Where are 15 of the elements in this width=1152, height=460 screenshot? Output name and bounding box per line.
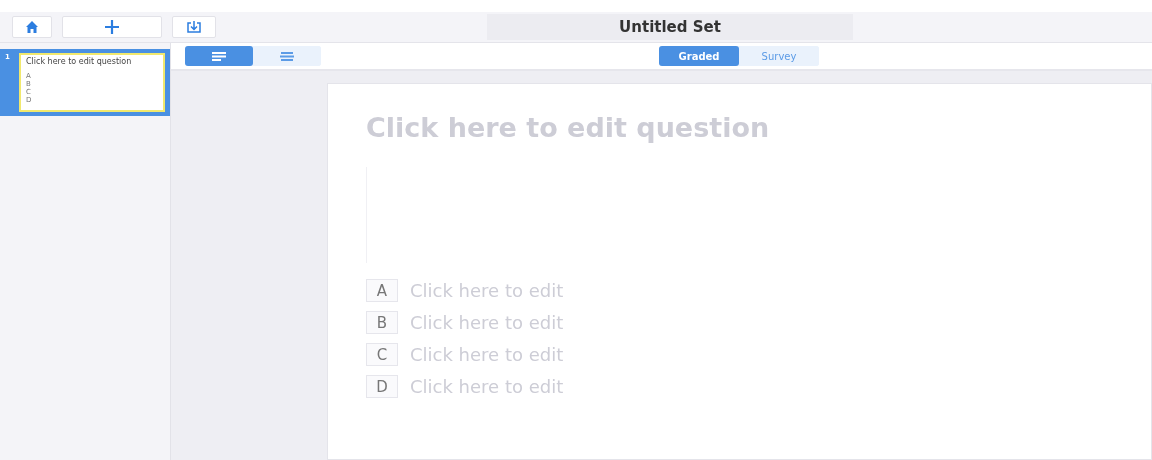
thumbnail-question: Click here to edit question <box>26 57 133 67</box>
align-center-icon <box>280 51 294 61</box>
plus-icon <box>104 19 120 35</box>
plus-button[interactable] <box>62 16 162 38</box>
download-button[interactable] <box>172 16 216 38</box>
answer-letter: D <box>366 375 398 398</box>
download-icon <box>186 19 202 35</box>
align-button[interactable] <box>185 46 253 66</box>
answer-letter: B <box>366 311 398 334</box>
home-icon <box>24 19 40 35</box>
answer-letter: A <box>366 279 398 302</box>
home-button[interactable] <box>12 16 52 38</box>
align-left-icon <box>212 51 226 61</box>
answer-letter: C <box>366 343 398 366</box>
set-title[interactable]: Untitled Set <box>487 14 853 40</box>
